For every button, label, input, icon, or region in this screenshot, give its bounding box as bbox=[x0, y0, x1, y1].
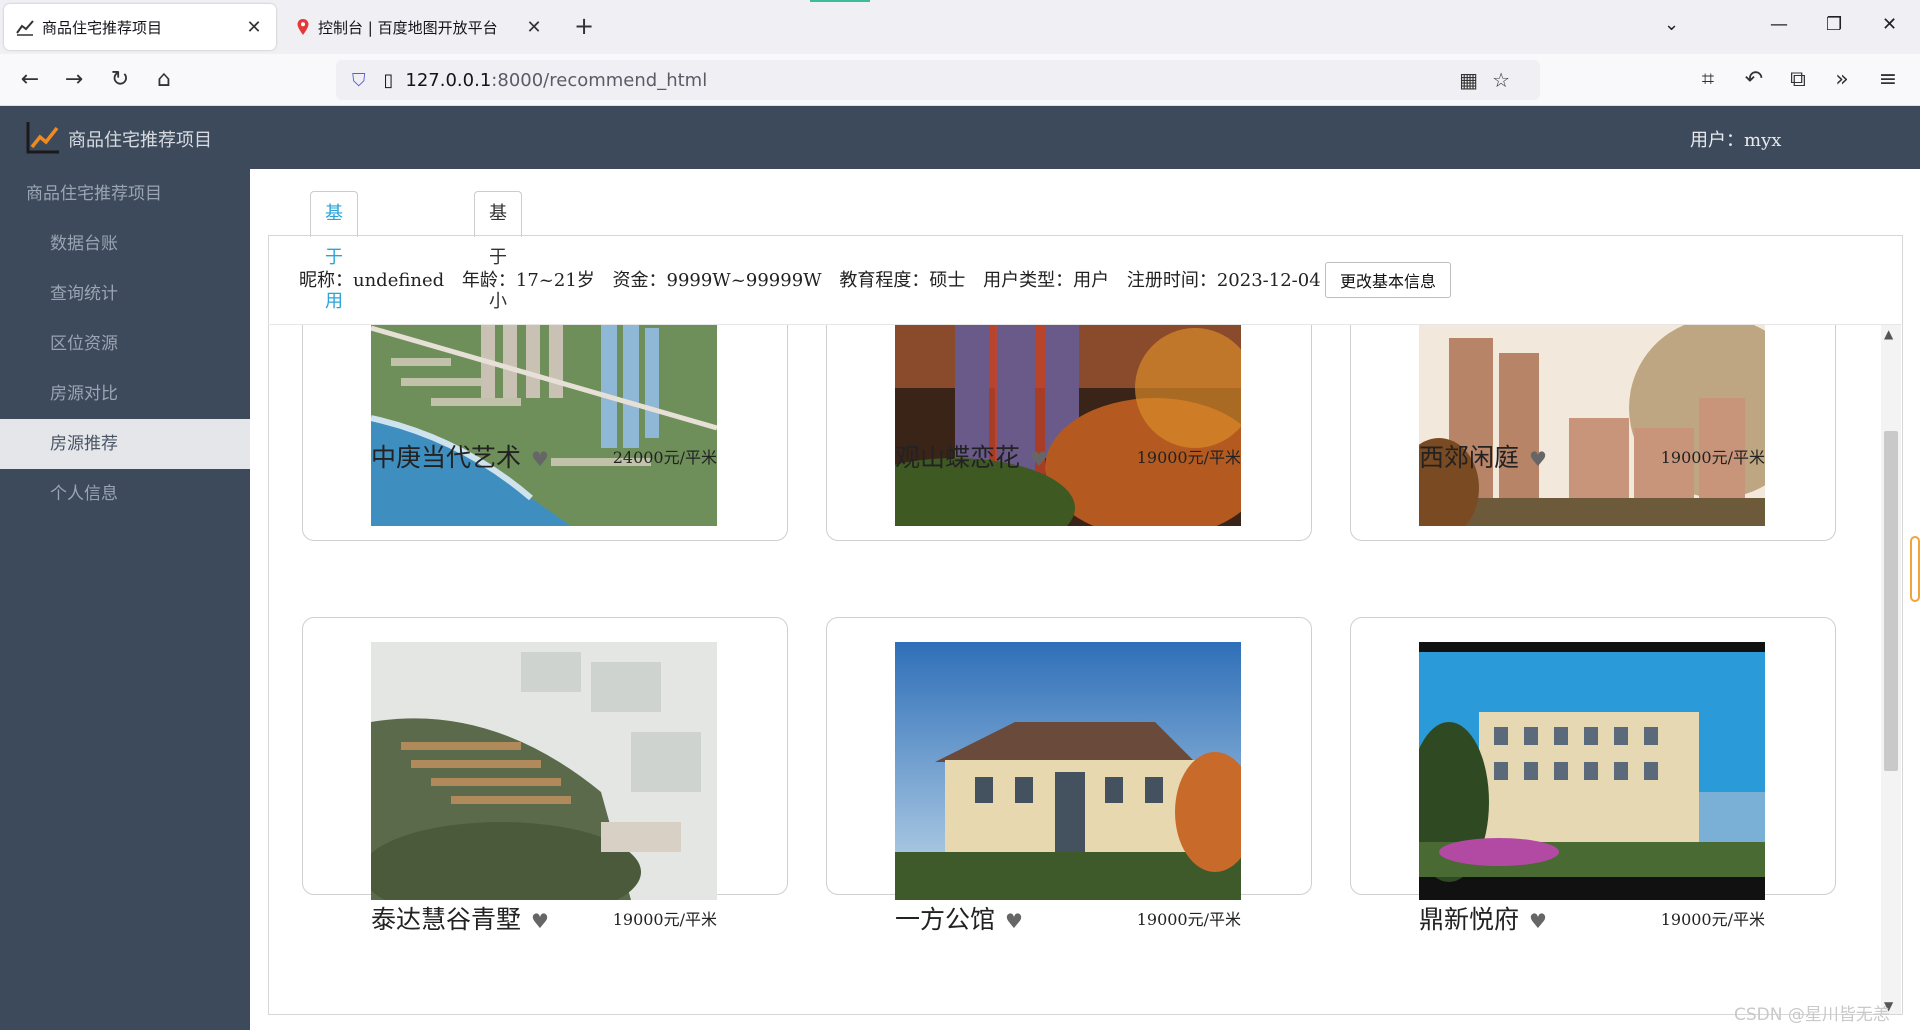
sidebar-item-compare[interactable]: 房源对比 bbox=[0, 369, 250, 419]
browser-nav-bar: ← → ↻ ⌂ ⛉ ▯ 127.0.0.1:8000/recommend_htm… bbox=[0, 54, 1920, 106]
browser-tab-active[interactable]: 商品住宅推荐项目 ✕ bbox=[4, 4, 276, 50]
profile-age: 年龄：17~21岁 bbox=[461, 270, 595, 291]
close-window-icon[interactable]: ✕ bbox=[1882, 14, 1897, 35]
main-content: 基于用户推荐 基于小区推荐 昵称：undefined 年龄：17~21岁 资金：… bbox=[250, 169, 1920, 1030]
map-pin-favicon-icon bbox=[297, 19, 309, 35]
tab-community-based[interactable]: 基于小区推荐 bbox=[474, 191, 522, 444]
listing-price: 19000元/平米 bbox=[1660, 910, 1765, 929]
new-tab-icon[interactable]: + bbox=[574, 12, 594, 40]
favorite-heart-icon[interactable]: ♥ bbox=[1030, 447, 1048, 471]
profile-nickname: 昵称：undefined bbox=[299, 270, 445, 291]
bookmark-star-icon[interactable]: ☆ bbox=[1492, 68, 1524, 92]
favorite-heart-icon[interactable]: ♥ bbox=[1005, 909, 1023, 933]
listing-photo bbox=[895, 642, 1241, 900]
current-user: 用户：myx bbox=[1690, 130, 1782, 151]
menu-icon[interactable]: ≡ bbox=[1874, 66, 1902, 94]
screenshot-icon[interactable]: ⌗ bbox=[1694, 66, 1722, 94]
restore-icon[interactable]: ❐ bbox=[1826, 14, 1842, 35]
listing-card[interactable]: 一方公馆 ♥ 19000元/平米 bbox=[826, 617, 1312, 934]
profile-user-type: 用户类型：用户 bbox=[983, 270, 1110, 291]
back-icon[interactable]: ← bbox=[16, 66, 44, 94]
listing-grid[interactable]: 中庚当代艺术 ♥ 24000元/平米 观山蝶恋花 ♥ 19000元/平米 西郊闲… bbox=[268, 324, 1903, 1014]
listing-name: 中庚当代艺术 bbox=[371, 443, 522, 472]
listing-card[interactable]: 泰达慧谷青墅 ♥ 19000元/平米 bbox=[302, 617, 788, 934]
profile-funds: 资金：9999W~99999W bbox=[612, 270, 822, 291]
browser-tab-inactive[interactable]: 控制台 | 百度地图开放平台 ✕ bbox=[284, 4, 556, 50]
app-title: 商品住宅推荐项目 bbox=[68, 130, 212, 151]
home-icon[interactable]: ⌂ bbox=[150, 66, 178, 94]
app-header: 商品住宅推荐项目 用户：myx bbox=[0, 106, 1920, 169]
chart-favicon-icon bbox=[16, 20, 34, 36]
overflow-chevrons-icon[interactable]: » bbox=[1828, 66, 1856, 94]
favorite-heart-icon[interactable]: ♥ bbox=[1529, 447, 1547, 471]
edit-profile-button[interactable]: 更改基本信息 bbox=[1325, 262, 1451, 298]
listing-name: 鼎新悦府 bbox=[1419, 905, 1520, 934]
watermark: CSDN @星川皆无恙 bbox=[1734, 1005, 1890, 1025]
favorite-heart-icon[interactable]: ♥ bbox=[531, 447, 549, 471]
sidebar-item-recommend[interactable]: 房源推荐 bbox=[0, 419, 250, 469]
tab-title: 商品住宅推荐项目 bbox=[42, 18, 163, 37]
sidebar-item-location[interactable]: 区位资源 bbox=[0, 319, 250, 369]
url-host: 127.0.0.1 bbox=[405, 69, 492, 91]
listing-name: 一方公馆 bbox=[895, 905, 996, 934]
profile-register-time: 注册时间：2023-12-04 bbox=[1126, 270, 1321, 291]
tab-user-based[interactable]: 基于用户推荐 bbox=[310, 191, 358, 444]
trend-logo-icon bbox=[26, 122, 59, 154]
listing-name: 西郊闲庭 bbox=[1419, 443, 1520, 472]
close-tab-icon[interactable]: ✕ bbox=[524, 17, 544, 38]
scrollbar-thumb[interactable] bbox=[1884, 431, 1898, 771]
minimize-icon[interactable]: — bbox=[1770, 14, 1788, 35]
url-path: :8000/recommend_html bbox=[491, 69, 708, 91]
favorite-heart-icon[interactable]: ♥ bbox=[531, 909, 549, 933]
listing-photo bbox=[1419, 325, 1765, 526]
reload-icon[interactable]: ↻ bbox=[106, 66, 134, 94]
listing-price: 19000元/平米 bbox=[1136, 448, 1241, 467]
listing-card[interactable]: 西郊闲庭 ♥ 19000元/平米 bbox=[1350, 325, 1836, 541]
close-tab-icon[interactable]: ✕ bbox=[244, 17, 264, 38]
listing-photo bbox=[371, 642, 717, 900]
browser-tab-bar: 商品住宅推荐项目 ✕ 控制台 | 百度地图开放平台 ✕ + ⌄ — ❐ ✕ bbox=[0, 0, 1920, 54]
listing-name: 泰达慧谷青墅 bbox=[371, 905, 522, 934]
sidebar-item-query-stats[interactable]: 查询统计 bbox=[0, 269, 250, 319]
shield-icon[interactable]: ⛉ bbox=[352, 70, 366, 91]
qr-code-icon[interactable]: ▦ bbox=[1459, 68, 1492, 92]
listing-price: 24000元/平米 bbox=[612, 448, 717, 467]
listing-photo bbox=[895, 325, 1241, 526]
page-icon: ▯ bbox=[383, 69, 394, 91]
listing-card[interactable]: 中庚当代艺术 ♥ 24000元/平米 bbox=[302, 325, 788, 541]
sidebar-item-profile[interactable]: 个人信息 bbox=[0, 469, 250, 519]
listing-card[interactable]: 鼎新悦府 ♥ 19000元/平米 bbox=[1350, 617, 1836, 934]
tab-list-chevron-icon[interactable]: ⌄ bbox=[1664, 14, 1679, 35]
listing-price: 19000元/平米 bbox=[1660, 448, 1765, 467]
undo-icon[interactable]: ↶ bbox=[1740, 66, 1768, 94]
scroll-up-icon[interactable]: ▲ bbox=[1884, 327, 1893, 341]
listing-name: 观山蝶恋花 bbox=[895, 443, 1021, 472]
extensions-icon[interactable]: ⧉ bbox=[1784, 66, 1812, 94]
forward-icon[interactable]: → bbox=[60, 66, 88, 94]
listing-price: 19000元/平米 bbox=[612, 910, 717, 929]
profile-education: 教育程度：硕士 bbox=[839, 270, 966, 291]
address-bar[interactable]: ⛉ ▯ 127.0.0.1:8000/recommend_html ▦☆ bbox=[336, 60, 1540, 100]
tab-title: 控制台 | 百度地图开放平台 bbox=[318, 18, 498, 37]
sidebar-handle[interactable] bbox=[1910, 536, 1920, 602]
sidebar-item-data-ledger[interactable]: 数据台账 bbox=[0, 219, 250, 269]
listing-scrollbar[interactable]: ▲ ▼ bbox=[1881, 325, 1901, 1014]
listing-price: 19000元/平米 bbox=[1136, 910, 1241, 929]
profile-info: 昵称：undefined 年龄：17~21岁 资金：9999W~99999W 教… bbox=[299, 266, 1333, 292]
url-actions: ▦☆ bbox=[1459, 68, 1524, 92]
favorite-heart-icon[interactable]: ♥ bbox=[1529, 909, 1547, 933]
tab-accent-line bbox=[810, 0, 870, 2]
listing-photo bbox=[371, 325, 717, 526]
sidebar-header: 商品住宅推荐项目 bbox=[26, 184, 162, 204]
listing-card[interactable]: 观山蝶恋花 ♥ 19000元/平米 bbox=[826, 325, 1312, 541]
listing-photo bbox=[1419, 642, 1765, 900]
sidebar: 商品住宅推荐项目 数据台账 查询统计 区位资源 房源对比 房源推荐 个人信息 bbox=[0, 169, 250, 1030]
